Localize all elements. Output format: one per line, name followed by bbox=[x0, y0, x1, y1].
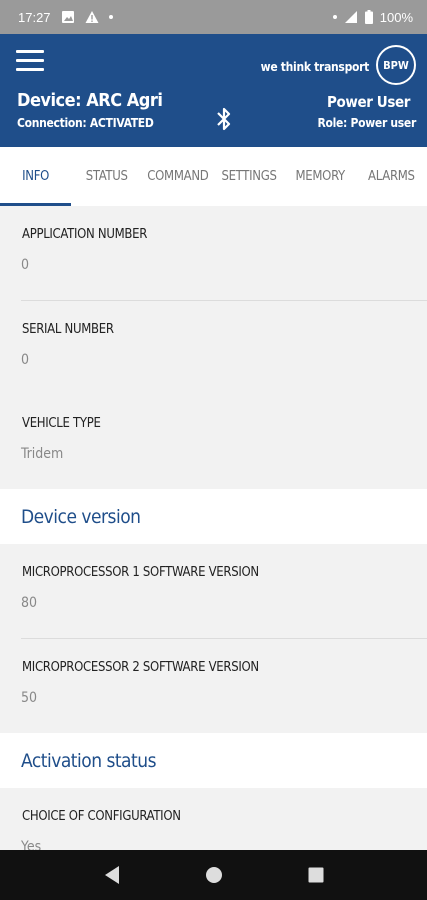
recents-icon[interactable] bbox=[305, 864, 327, 886]
connection-status: Connection: ACTIVATED bbox=[17, 116, 154, 130]
application-number-field: APPLICATION NUMBER 0 bbox=[0, 206, 427, 300]
section-title: Activation status bbox=[0, 733, 427, 788]
battery-icon bbox=[364, 10, 373, 24]
notification-dot-icon bbox=[332, 15, 337, 19]
tagline: we think transport bbox=[260, 60, 370, 74]
field-label: SERIAL NUMBER bbox=[22, 322, 114, 337]
device-title: Device: ARC Agri bbox=[17, 90, 163, 111]
notification-dot-icon bbox=[108, 15, 113, 19]
system-navigation-bar bbox=[0, 850, 427, 900]
field-label: APPLICATION NUMBER bbox=[22, 227, 148, 242]
field-value: Tridem bbox=[21, 446, 64, 462]
field-label: CHOICE OF CONFIGURATION bbox=[22, 809, 181, 824]
bpw-logo: BPW bbox=[376, 45, 416, 85]
field-value: 0 bbox=[21, 257, 30, 273]
battery-percent: 100% bbox=[379, 9, 413, 25]
field-label: MICROPROCESSOR 1 SOFTWARE VERSION bbox=[22, 565, 259, 580]
warning-icon bbox=[85, 11, 99, 23]
bluetooth-icon[interactable] bbox=[214, 104, 234, 134]
tab-alarms[interactable]: ALARMS bbox=[356, 147, 427, 206]
vehicle-type-field: VEHICLE TYPE Tridem bbox=[0, 395, 427, 489]
field-label: MICROPROCESSOR 2 SOFTWARE VERSION bbox=[22, 660, 259, 675]
tab-status[interactable]: STATUS bbox=[71, 147, 142, 206]
microprocessor-2-field: MICROPROCESSOR 2 SOFTWARE VERSION 50 bbox=[0, 639, 427, 733]
field-value: 80 bbox=[21, 595, 38, 611]
status-bar: 17:27 100% bbox=[0, 0, 427, 34]
tab-settings[interactable]: SETTINGS bbox=[213, 147, 284, 206]
signal-4g-icon bbox=[344, 11, 357, 23]
tab-bar: INFO STATUS COMMAND SETTINGS MEMORY ALAR… bbox=[0, 147, 427, 206]
app-header: we think transport BPW Device: ARC Agri … bbox=[0, 34, 427, 147]
serial-number-field: SERIAL NUMBER 0 bbox=[0, 301, 427, 395]
menu-icon[interactable] bbox=[16, 50, 44, 72]
user-role: Role: Power user bbox=[317, 116, 416, 130]
field-label: VEHICLE TYPE bbox=[22, 416, 101, 431]
home-icon[interactable] bbox=[203, 864, 225, 886]
info-content: APPLICATION NUMBER 0 SERIAL NUMBER 0 VEH… bbox=[0, 206, 427, 882]
user-name: Power User bbox=[327, 93, 410, 111]
field-value: 0 bbox=[21, 352, 30, 368]
field-value: 50 bbox=[21, 690, 38, 706]
back-icon[interactable] bbox=[101, 864, 123, 886]
logo-text: BPW bbox=[383, 58, 409, 72]
section-title: Device version bbox=[0, 489, 427, 544]
image-notification-icon bbox=[61, 11, 74, 23]
microprocessor-1-field: MICROPROCESSOR 1 SOFTWARE VERSION 80 bbox=[0, 544, 427, 638]
tab-memory[interactable]: MEMORY bbox=[285, 147, 356, 206]
status-time: 17:27 bbox=[18, 9, 51, 25]
tab-info[interactable]: INFO bbox=[0, 147, 72, 206]
tab-command[interactable]: COMMAND bbox=[142, 147, 213, 206]
